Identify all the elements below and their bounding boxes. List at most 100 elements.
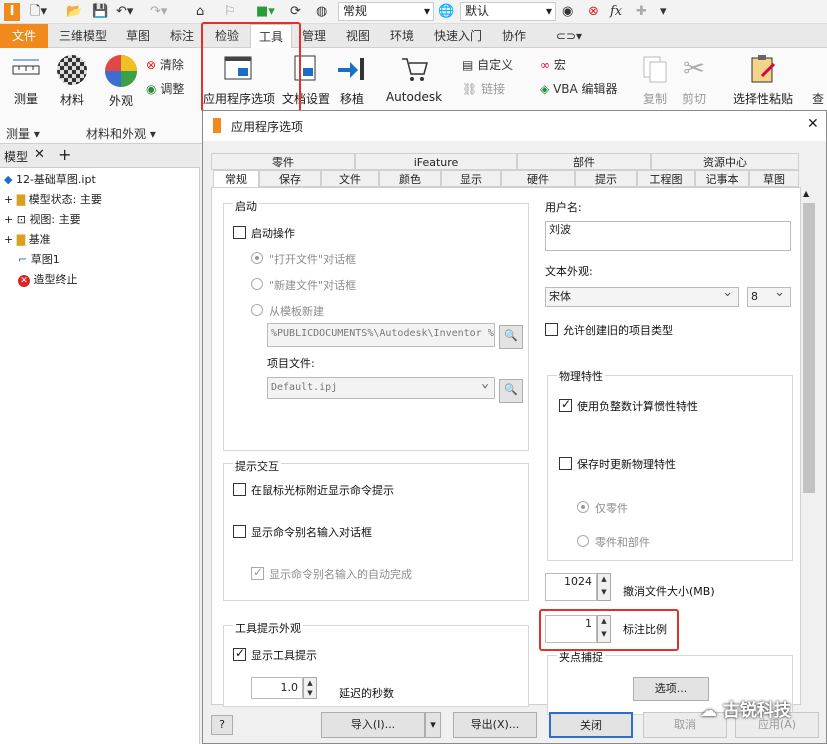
- user-name-input[interactable]: 刘波: [545, 221, 791, 251]
- tab-file[interactable]: 文件: [0, 24, 48, 48]
- tab-content-center[interactable]: 资源中心: [651, 153, 799, 170]
- open-folder-icon[interactable]: 📂: [66, 3, 82, 21]
- customize-qat-icon[interactable]: ▾: [660, 3, 667, 21]
- adjust-button[interactable]: ◉ 调整: [146, 80, 184, 97]
- migrate-button[interactable]: 移植: [334, 54, 370, 107]
- tooltip-delay-spinner[interactable]: ▲ ▼: [303, 677, 317, 699]
- undo-size-input[interactable]: 1024: [545, 573, 597, 601]
- tree-item-sketch[interactable]: ⌐ 草图1: [18, 250, 60, 270]
- tab-view[interactable]: 视图: [338, 24, 378, 48]
- macro-button[interactable]: ∞ 宏: [540, 56, 566, 73]
- tree-item-model-state[interactable]: + ▇ 模型状态: 主要: [4, 190, 102, 210]
- close-button[interactable]: 关闭: [549, 712, 633, 738]
- undo-size-spinner[interactable]: ▲ ▼: [597, 573, 611, 601]
- tab-3d-model[interactable]: 三维模型: [52, 24, 114, 48]
- group-material-label[interactable]: 材料和外观 ▾: [86, 125, 156, 142]
- ribbon-toggle-icon[interactable]: ⊂⊃▾: [552, 24, 586, 48]
- template-path-field[interactable]: %PUBLICDOCUMENTS%\Autodesk\Inventor %: [267, 323, 495, 347]
- tree-item-origin[interactable]: + ▇ 基准: [4, 230, 51, 250]
- font-select[interactable]: 宋体: [545, 287, 739, 307]
- copy-button[interactable]: 复制: [636, 54, 674, 107]
- tab-display[interactable]: 显示: [441, 170, 501, 187]
- export-button[interactable]: 导出(X)...: [453, 712, 537, 738]
- help-button[interactable]: ?: [211, 715, 233, 735]
- rebuild-icon[interactable]: ⟳: [290, 3, 301, 21]
- dialog-close-icon[interactable]: ✕: [807, 116, 819, 132]
- tree-root[interactable]: ◆ 12-基础草图.ipt: [4, 170, 96, 190]
- add-icon[interactable]: ✚: [636, 3, 647, 21]
- show-tooltip-checkbox[interactable]: [233, 646, 246, 661]
- update-on-save-checkbox[interactable]: [559, 457, 572, 470]
- select-icon[interactable]: ⚐: [224, 3, 236, 21]
- close-icon[interactable]: ✕: [34, 147, 45, 162]
- font-size-select[interactable]: 8: [747, 287, 791, 307]
- undo-icon[interactable]: ↶▾: [116, 3, 133, 21]
- material-button[interactable]: 材料: [54, 54, 90, 108]
- measure-button[interactable]: 测量: [6, 54, 46, 107]
- tab-part[interactable]: 零件: [211, 153, 355, 170]
- parts-and-assemblies-radio[interactable]: [577, 535, 589, 547]
- scrollbar-thumb[interactable]: [803, 203, 815, 493]
- group-measure-label[interactable]: 测量 ▾: [6, 125, 40, 142]
- parts-only-radio[interactable]: [577, 501, 589, 513]
- tab-annotate[interactable]: 标注: [162, 24, 202, 48]
- tab-file[interactable]: 文件: [321, 170, 379, 187]
- tree-item-view[interactable]: + ⊡ 视图: 主要: [4, 210, 81, 230]
- startup-action-checkbox[interactable]: [233, 226, 246, 239]
- autodesk-app-store-button[interactable]: Autodesk: [384, 54, 444, 104]
- save-icon[interactable]: 💾: [92, 3, 108, 21]
- browser-tab-model[interactable]: 模型: [4, 148, 28, 165]
- import-dropdown-button[interactable]: ▾: [425, 712, 441, 738]
- paste-special-button[interactable]: 选择性粘贴: [730, 54, 796, 107]
- customize-button[interactable]: ▤ 自定义: [462, 56, 513, 73]
- grip-options-button[interactable]: 选项...: [633, 677, 709, 701]
- clear-button[interactable]: ⊗ 清除: [146, 56, 184, 73]
- tab-drawing[interactable]: 工程图: [637, 170, 695, 187]
- add-tab-icon[interactable]: +: [58, 145, 71, 164]
- tab-hardware[interactable]: 硬件: [501, 170, 575, 187]
- tab-assembly[interactable]: 部件: [517, 153, 651, 170]
- redo-icon[interactable]: ↷▾: [150, 3, 167, 21]
- new-file-radio[interactable]: [251, 278, 263, 290]
- appearance-button[interactable]: 外观: [102, 54, 140, 109]
- find-button[interactable]: 查: [812, 90, 824, 107]
- fx-parameters-icon[interactable]: fx: [610, 3, 622, 21]
- alias-autocomplete-checkbox[interactable]: [251, 565, 264, 580]
- tab-prompts[interactable]: 提示: [575, 170, 637, 187]
- tab-collaborate[interactable]: 协作: [494, 24, 534, 48]
- tab-colors[interactable]: 颜色: [379, 170, 441, 187]
- tab-general[interactable]: 常规: [213, 170, 259, 188]
- open-file-radio[interactable]: [251, 252, 263, 264]
- tab-sketch[interactable]: 草图: [749, 170, 799, 187]
- tree-item-end-of-part[interactable]: ✕ 造型终止: [18, 270, 78, 290]
- project-file-select[interactable]: Default.ipj: [267, 377, 495, 399]
- show-near-cursor-checkbox[interactable]: [233, 483, 246, 496]
- show-alias-checkbox[interactable]: [233, 525, 246, 538]
- scroll-up-icon[interactable]: ▲: [803, 189, 809, 198]
- browse-project-button[interactable]: 🔍: [499, 379, 523, 403]
- inventor-logo-icon[interactable]: I: [4, 3, 20, 21]
- material-combo[interactable]: 常规 ▾: [338, 2, 434, 21]
- tab-ifeature[interactable]: iFeature: [355, 153, 517, 170]
- clear-appearance-icon[interactable]: ⊗: [588, 3, 599, 21]
- vba-editor-button[interactable]: ◈ VBA 编辑器: [540, 80, 618, 97]
- from-template-radio[interactable]: [251, 304, 263, 316]
- tab-sketch[interactable]: 草图: [118, 24, 158, 48]
- new-file-icon[interactable]: 🗋▾: [30, 3, 47, 21]
- allow-legacy-checkbox[interactable]: [545, 323, 558, 336]
- browse-template-button[interactable]: 🔍: [499, 325, 523, 349]
- link-button[interactable]: ⛓ 链接: [462, 80, 505, 97]
- tab-notebook[interactable]: 记事本: [695, 170, 749, 187]
- tab-save[interactable]: 保存: [259, 170, 321, 187]
- tab-environments[interactable]: 环境: [382, 24, 422, 48]
- update-icon[interactable]: ■▾: [256, 3, 275, 21]
- home-icon[interactable]: ⌂: [196, 3, 204, 21]
- adjust-appearance-icon[interactable]: ◉: [562, 3, 573, 21]
- cut-button[interactable]: ✂ 剪切: [676, 54, 712, 107]
- tab-get-started[interactable]: 快速入门: [426, 24, 490, 48]
- vertical-scrollbar[interactable]: ▲: [801, 187, 817, 705]
- tooltip-delay-input[interactable]: 1.0: [251, 677, 303, 699]
- import-button[interactable]: 导入(I)...: [321, 712, 425, 738]
- appearance-combo[interactable]: 默认 ▾: [460, 2, 556, 21]
- use-negative-checkbox[interactable]: [559, 397, 572, 412]
